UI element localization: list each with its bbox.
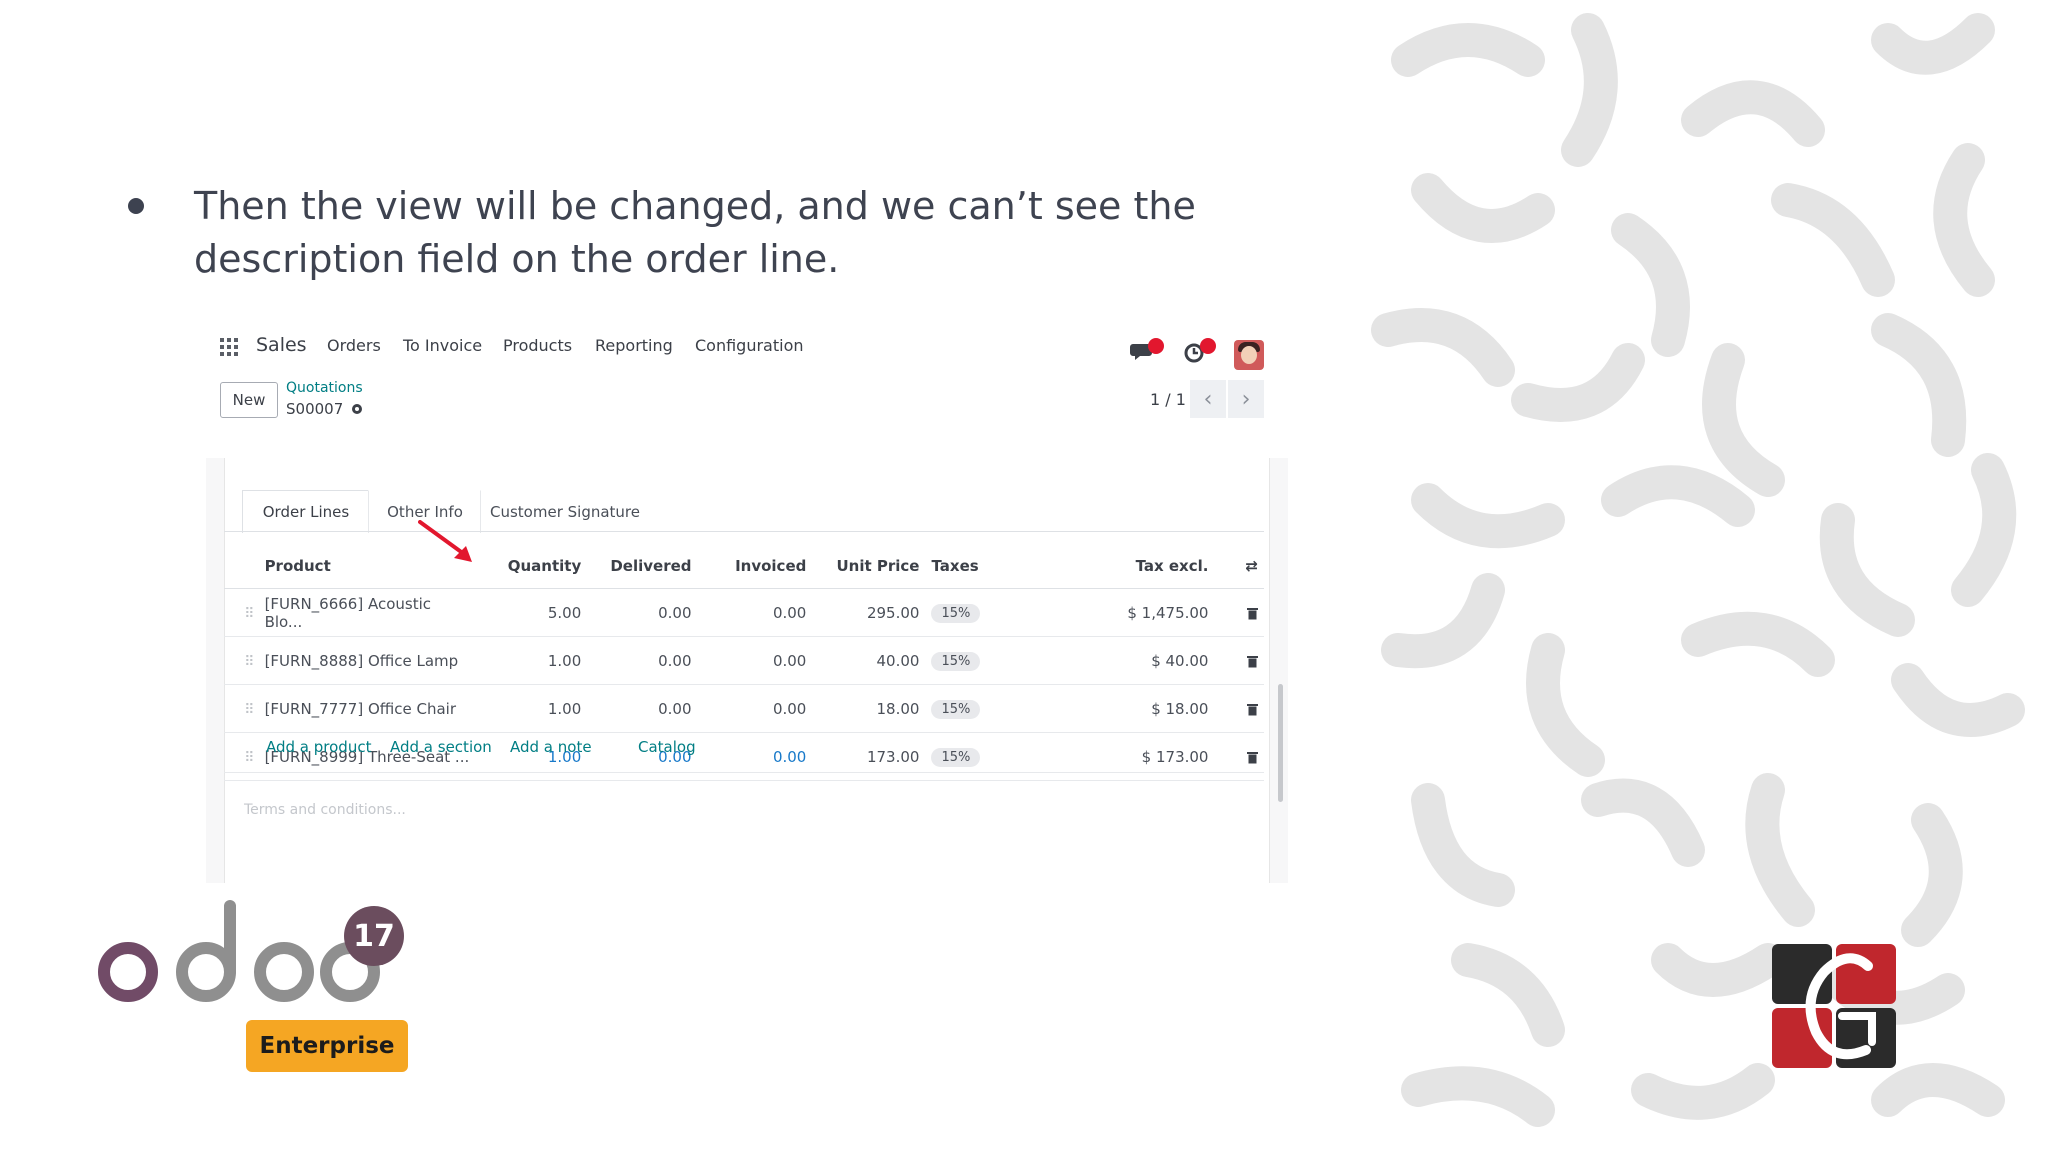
cell-product[interactable]: [FURN_6666] Acoustic Blo... [258,588,478,637]
cell-quantity[interactable]: 1.00 [477,684,588,733]
record-name: S00007 [286,400,344,418]
trash-icon [1247,751,1258,763]
tax-badge[interactable]: 15% [931,603,981,623]
delete-line-button[interactable] [1214,636,1264,685]
drag-handle-icon[interactable]: ⠿ [224,636,259,685]
optional-columns-toggle[interactable]: ⇄ [1214,544,1264,589]
bullet-dot-icon [128,198,144,214]
table-row[interactable]: ⠿ [FURN_7777] Office Chair 1.00 0.00 0.0… [224,684,1264,733]
add-product-link[interactable]: Add a product [266,738,371,756]
pager-value: 1 / 1 [1150,390,1186,409]
gear-icon[interactable] [350,402,364,416]
enterprise-badge: Enterprise [246,1020,408,1072]
decorative-squiggle-pattern [1371,13,2025,1127]
table-row[interactable]: ⠿ [FURN_8888] Office Lamp 1.00 0.00 0.00… [224,636,1264,685]
top-navbar: Sales Orders To Invoice Products Reporti… [206,330,1288,370]
odoo-sales-screenshot: Sales Orders To Invoice Products Reporti… [206,318,1288,883]
chevron-left-icon: ‹ [1203,386,1213,412]
activities-icon[interactable] [1182,338,1216,366]
version-badge: 17 [344,906,404,966]
messages-badge [1148,338,1164,354]
cell-subtotal: $ 18.00 [1014,684,1215,733]
red-arrow-annotation [418,520,472,562]
menu-orders[interactable]: Orders [327,336,381,355]
new-button[interactable]: New [220,382,278,418]
cell-subtotal: $ 40.00 [1014,636,1215,685]
tab-order-lines[interactable]: Order Lines [242,490,370,533]
cell-invoiced: 0.00 [697,732,813,781]
cell-unit-price[interactable]: 18.00 [812,684,926,733]
cell-subtotal: $ 173.00 [1014,732,1215,781]
menu-to-invoice[interactable]: To Invoice [403,336,482,355]
col-quantity[interactable]: Quantity [477,544,588,589]
tab-customer-signature[interactable]: Customer Signature [480,490,650,533]
cell-unit-price[interactable]: 173.00 [812,732,926,781]
menu-reporting[interactable]: Reporting [595,336,673,355]
handle-header [224,544,259,589]
trash-icon [1247,703,1258,715]
menu-products[interactable]: Products [503,336,572,355]
bullet-text: Then the view will be changed, and we ca… [194,184,1196,281]
activities-badge [1200,338,1216,354]
col-delivered[interactable]: Delivered [587,544,698,589]
cell-delivered[interactable]: 0.00 [587,684,698,733]
table-row[interactable]: ⠿ [FURN_6666] Acoustic Blo... 5.00 0.00 … [224,588,1264,637]
drag-handle-icon[interactable]: ⠿ [224,684,259,733]
menu-configuration[interactable]: Configuration [695,336,804,355]
add-section-link[interactable]: Add a section [390,738,492,756]
scrollbar[interactable] [1278,684,1283,802]
company-logo [1772,944,1896,1068]
apps-grid-icon[interactable] [220,338,238,356]
cell-invoiced: 0.00 [697,636,813,685]
trash-icon [1247,607,1258,619]
cell-unit-price[interactable]: 40.00 [812,636,926,685]
drag-handle-icon[interactable]: ⠿ [224,588,259,637]
terms-and-conditions-field[interactable]: Terms and conditions... [244,802,406,818]
app-name[interactable]: Sales [256,334,307,356]
cell-product[interactable]: [FURN_7777] Office Chair [258,684,478,733]
tax-badge[interactable]: 15% [931,651,981,671]
table-header-row: Product Quantity Delivered Invoiced Unit… [224,544,1264,589]
messages-icon[interactable] [1130,338,1164,366]
add-note-link[interactable]: Add a note [510,738,592,756]
tab-divider [224,531,1264,532]
add-row-divider [224,772,1264,773]
col-taxes[interactable]: Taxes [925,544,1015,589]
cell-invoiced: 0.00 [697,588,813,637]
delete-line-button[interactable] [1214,588,1264,637]
delete-line-button[interactable] [1214,684,1264,733]
delete-line-button[interactable] [1214,732,1264,781]
col-unit-price[interactable]: Unit Price [812,544,926,589]
col-tax-excl[interactable]: Tax excl. [1014,544,1215,589]
form-sheet-background: Order Lines Other Info Customer Signatur… [206,458,1288,883]
column-settings-icon: ⇄ [1245,557,1258,575]
catalog-link[interactable]: Catalog [638,738,696,756]
cell-delivered[interactable]: 0.00 [587,588,698,637]
breadcrumb-quotations[interactable]: Quotations [286,380,363,396]
cell-invoiced: 0.00 [697,684,813,733]
order-lines-table: Product Quantity Delivered Invoiced Unit… [224,544,1264,781]
pager-next-button[interactable]: › [1228,380,1264,418]
drag-handle-icon[interactable]: ⠿ [224,732,259,781]
user-avatar[interactable] [1234,340,1264,370]
pager-previous-button[interactable]: ‹ [1190,380,1226,418]
cell-subtotal: $ 1,475.00 [1014,588,1215,637]
tax-badge[interactable]: 15% [931,747,981,767]
cell-product[interactable]: [FURN_8888] Office Lamp [258,636,478,685]
cell-unit-price[interactable]: 295.00 [812,588,926,637]
table-row[interactable]: ⠿ [FURN_8999] Three-Seat ... 1.00 0.00 0… [224,732,1264,781]
cell-quantity[interactable]: 1.00 [477,636,588,685]
chevron-right-icon: › [1241,386,1251,412]
trash-icon [1247,655,1258,667]
col-invoiced[interactable]: Invoiced [697,544,813,589]
tax-badge[interactable]: 15% [931,699,981,719]
cell-quantity[interactable]: 5.00 [477,588,588,637]
cell-delivered[interactable]: 0.00 [587,636,698,685]
